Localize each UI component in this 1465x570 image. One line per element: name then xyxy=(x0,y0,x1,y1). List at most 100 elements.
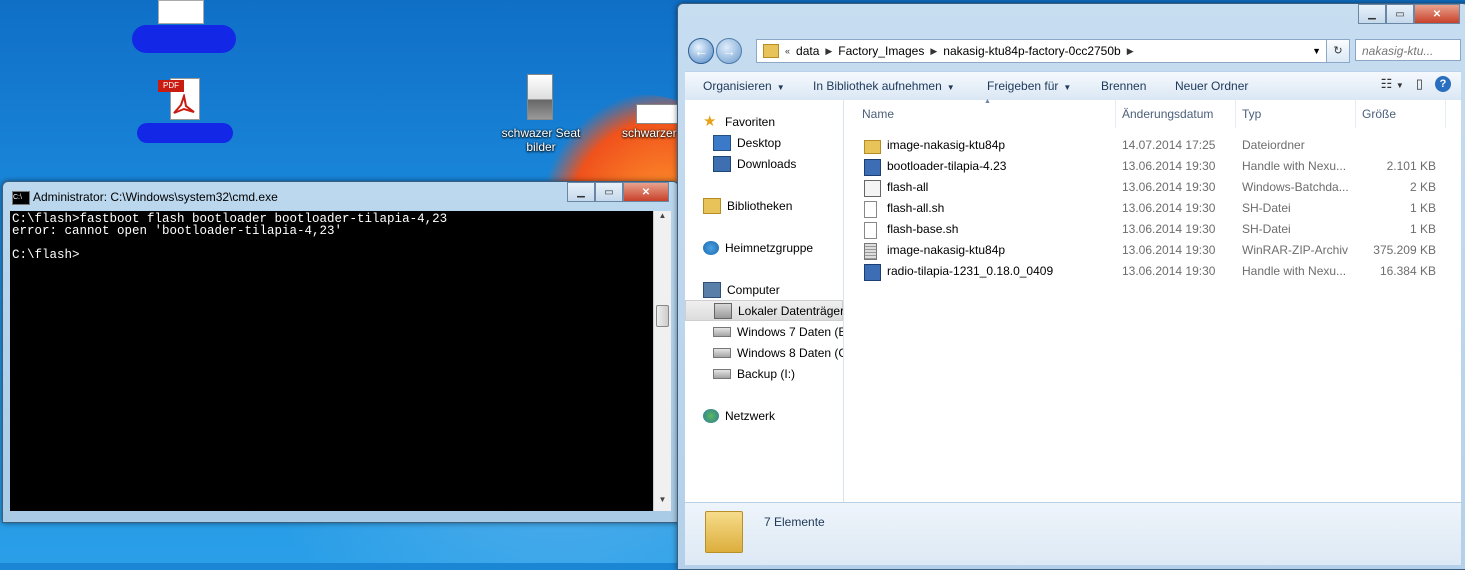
breadcrumb-item[interactable]: Factory_Images xyxy=(838,44,924,58)
new-folder-button[interactable]: Neuer Ordner xyxy=(1175,79,1248,93)
batch-file-icon xyxy=(864,180,881,197)
nav-desktop[interactable]: Desktop xyxy=(685,132,843,153)
file-row[interactable]: flash-all.sh 13.06.2014 19:30 SH-Datei 1… xyxy=(844,198,1461,219)
search-input[interactable]: nakasig-ktu... xyxy=(1355,39,1461,61)
nav-drive-e[interactable]: Windows 7 Daten (E: xyxy=(685,321,843,342)
file-size: 1 KB xyxy=(1409,201,1436,215)
chevron-right-icon[interactable]: ▶ xyxy=(1127,46,1134,57)
window-controls: ▁ ▭ ✕ xyxy=(1358,4,1460,24)
item-count: 7 Elemente xyxy=(764,515,825,529)
explorer-window[interactable]: ▁ ▭ ✕ ← → « data ▶ Factory_Images ▶ naka… xyxy=(677,3,1465,570)
address-bar[interactable]: « data ▶ Factory_Images ▶ nakasig-ktu84p… xyxy=(756,39,1328,63)
view-controls: ☷ ▼ ▯ ? xyxy=(1381,76,1451,92)
file-name: flash-all xyxy=(887,180,929,194)
windows-drive-icon xyxy=(714,302,732,319)
nav-libraries[interactable]: Bibliotheken xyxy=(685,195,843,216)
console-line: error: cannot open 'bootloader-tilapia-4… xyxy=(12,224,343,238)
homegroup-icon xyxy=(703,240,719,255)
file-type: Dateiordner xyxy=(1242,138,1305,152)
cmd-window[interactable]: C:\ Administrator: C:\Windows\system32\c… xyxy=(2,181,679,523)
file-size: 1 KB xyxy=(1409,222,1436,236)
minimize-button[interactable]: ▁ xyxy=(1358,4,1386,24)
help-icon[interactable]: ? xyxy=(1435,76,1451,92)
back-button[interactable]: ← xyxy=(688,38,714,64)
nav-drive-i[interactable]: Backup (I:) xyxy=(685,363,843,384)
file-size: 2 KB xyxy=(1409,180,1436,194)
file-row[interactable]: bootloader-tilapia-4.23 13.06.2014 19:30… xyxy=(844,156,1461,177)
chevron-right-icon[interactable]: ▶ xyxy=(930,46,937,57)
chevron-right-icon[interactable]: ▶ xyxy=(825,46,832,57)
minimize-button[interactable]: ▁ xyxy=(567,182,595,202)
column-header-date[interactable]: Änderungsdatum xyxy=(1116,100,1236,128)
scroll-thumb[interactable] xyxy=(656,305,669,327)
details-pane: 7 Elemente xyxy=(685,502,1461,565)
vertical-scrollbar[interactable]: ▲ ▼ xyxy=(653,211,671,511)
window-controls: ▁ ▭ ✕ xyxy=(567,182,669,202)
chevron-down-icon[interactable]: ▼ xyxy=(1312,46,1321,56)
file-name: image-nakasig-ktu84p xyxy=(887,138,1006,152)
library-icon xyxy=(703,197,721,214)
forward-button[interactable]: → xyxy=(716,38,742,64)
maximize-button[interactable]: ▭ xyxy=(1386,4,1414,24)
file-row[interactable]: image-nakasig-ktu84p 13.06.2014 19:30 Wi… xyxy=(844,240,1461,261)
file-size xyxy=(1356,135,1436,156)
scroll-up-icon[interactable]: ▲ xyxy=(654,211,671,227)
console-line: C:\flash> xyxy=(12,248,80,262)
nexus-flasher-icon xyxy=(864,159,881,176)
nav-network[interactable]: Netzwerk xyxy=(685,405,843,426)
column-header-type[interactable]: Typ xyxy=(1236,100,1356,128)
close-button[interactable]: ✕ xyxy=(1414,4,1460,24)
include-in-library-button[interactable]: In Bibliothek aufnehmen ▼ xyxy=(813,79,955,93)
share-with-button[interactable]: Freigeben für ▼ xyxy=(987,79,1071,93)
preview-pane-icon[interactable]: ▯ xyxy=(1416,76,1423,92)
maximize-button[interactable]: ▭ xyxy=(595,182,623,202)
document-file-icon[interactable] xyxy=(636,104,678,124)
nav-local-disk[interactable]: Lokaler Datenträger xyxy=(685,300,843,321)
breadcrumb-item[interactable]: nakasig-ktu84p-factory-0cc2750b xyxy=(943,44,1120,58)
nav-computer[interactable]: Computer xyxy=(685,279,843,300)
breadcrumb-item[interactable]: data xyxy=(796,44,819,58)
cmd-icon: C:\ xyxy=(12,191,30,205)
file-size: 375.209 KB xyxy=(1373,243,1436,257)
nav-favorites[interactable]: ★ Favoriten xyxy=(685,111,843,132)
file-date: 13.06.2014 19:30 xyxy=(1122,264,1216,278)
navigation-pane[interactable]: ★ Favoriten Desktop Downloads Bibliotheke… xyxy=(685,100,844,502)
file-row[interactable]: flash-all 13.06.2014 19:30 Windows-Batch… xyxy=(844,177,1461,198)
folder-icon xyxy=(864,140,881,154)
breadcrumb-overflow[interactable]: « xyxy=(785,46,790,56)
file-date: 13.06.2014 19:30 xyxy=(1122,243,1216,257)
drive-icon xyxy=(713,326,731,337)
file-date: 13.06.2014 19:30 xyxy=(1122,222,1216,236)
close-button[interactable]: ✕ xyxy=(623,182,669,202)
column-header-size[interactable]: Größe xyxy=(1356,100,1446,128)
drive-icon xyxy=(713,368,731,379)
view-options-icon[interactable]: ☷ ▼ xyxy=(1381,76,1404,92)
drive-icon xyxy=(713,347,731,358)
pdf-file-icon[interactable]: PDF xyxy=(158,76,202,120)
nav-downloads[interactable]: Downloads xyxy=(685,153,843,174)
desktop-icon-label[interactable]: schwazer Seat bilder xyxy=(486,126,596,154)
downloads-icon xyxy=(713,155,731,172)
file-list[interactable]: ▲ Name Änderungsdatum Typ Größe image-na… xyxy=(844,98,1461,502)
nav-homegroup[interactable]: Heimnetzgruppe xyxy=(685,237,843,258)
file-row[interactable]: flash-base.sh 13.06.2014 19:30 SH-Datei … xyxy=(844,219,1461,240)
column-header-name[interactable]: Name xyxy=(856,100,1116,128)
file-date: 13.06.2014 19:30 xyxy=(1122,201,1216,215)
scroll-down-icon[interactable]: ▼ xyxy=(654,495,671,511)
file-name: radio-tilapia-1231_0.18.0_0409 xyxy=(887,264,1054,278)
burn-button[interactable]: Brennen xyxy=(1101,79,1146,93)
file-name: bootloader-tilapia-4.23 xyxy=(887,159,1007,173)
star-icon: ★ xyxy=(703,112,717,130)
file-type: Handle with Nexu... xyxy=(1242,264,1347,278)
organise-button[interactable]: Organisieren ▼ xyxy=(703,79,785,93)
desktop-icon-label[interactable]: schwarzer xyxy=(622,126,678,140)
file-row[interactable]: image-nakasig-ktu84p 14.07.2014 17:25 Da… xyxy=(844,135,1461,156)
file-row[interactable]: radio-tilapia-1231_0.18.0_0409 13.06.201… xyxy=(844,261,1461,282)
desktop-icon xyxy=(713,134,731,151)
refresh-button[interactable]: ↻ xyxy=(1326,39,1350,63)
console-output[interactable]: C:\flash>fastboot flash bootloader bootl… xyxy=(10,211,653,511)
desktop-file-thumbnail-icon[interactable] xyxy=(158,0,204,24)
nav-drive-g[interactable]: Windows 8 Daten (G xyxy=(685,342,843,363)
image-file-icon[interactable] xyxy=(527,74,553,120)
